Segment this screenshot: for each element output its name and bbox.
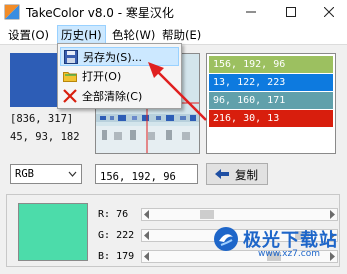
color-format-select[interactable]: RGB (10, 164, 82, 184)
color-history-list: 156, 192, 96 13, 122, 223 96, 160, 171 2… (206, 53, 336, 154)
color-value-input[interactable] (100, 169, 196, 185)
history-dropdown-menu: 另存为(S)... 打开(O) 全部清除(C) (57, 43, 182, 109)
slider-left-arrow-icon (144, 252, 149, 261)
slider-left-arrow-icon (144, 210, 149, 219)
window-title: TakeColor v8.0 - 寒星汉化 (26, 6, 174, 20)
history-item[interactable]: 216, 30, 13 (209, 110, 333, 127)
slider-right-arrow-icon (330, 210, 335, 219)
color-format-value: RGB (15, 168, 34, 180)
minimize-icon (246, 11, 256, 13)
r-value: 76 (116, 209, 129, 220)
close-icon (324, 7, 334, 17)
menu-item-clear-all[interactable]: 全部清除(C) (60, 87, 179, 106)
b-value: 179 (116, 251, 135, 262)
copy-button[interactable]: 复制 (206, 163, 268, 185)
copy-button-label: 复制 (235, 168, 258, 182)
watermark-url: www.xz7.com (258, 249, 320, 259)
arrow-left-icon (215, 169, 229, 179)
menu-history[interactable]: 历史(H) (57, 25, 106, 45)
slider-right-arrow-icon (330, 252, 335, 261)
result-color-swatch (18, 203, 88, 261)
g-slider-label: G: 222 (98, 230, 135, 241)
title-bar: TakeColor v8.0 - 寒星汉化 (0, 0, 347, 24)
save-icon (64, 50, 78, 64)
history-item[interactable]: 13, 122, 223 (209, 74, 333, 91)
r-slider-thumb[interactable] (199, 210, 214, 219)
menu-settings[interactable]: 设置(O) (5, 26, 52, 44)
cursor-coordinates: [836, 317] (10, 113, 74, 125)
menu-color-wheel[interactable]: 色轮(W) (109, 26, 158, 44)
history-item[interactable]: 156, 192, 96 (209, 56, 333, 73)
picked-rgb-value: 45, 93, 182 (10, 131, 80, 143)
app-icon (4, 4, 20, 20)
r-slider-label: R: 76 (98, 209, 129, 220)
maximize-button[interactable] (272, 0, 310, 24)
chevron-down-icon (68, 171, 77, 177)
menu-item-open[interactable]: 打开(O) (60, 67, 179, 86)
folder-icon (63, 72, 77, 82)
menu-item-label: 全部清除(C) (82, 90, 143, 103)
g-value: 222 (116, 230, 135, 241)
clear-x-icon (63, 89, 77, 103)
slider-left-arrow-icon (144, 231, 149, 240)
minimize-button[interactable] (232, 0, 270, 24)
menu-item-label: 打开(O) (82, 70, 122, 83)
menu-item-save-as[interactable]: 另存为(S)... (60, 47, 179, 66)
takecolor-window: TakeColor v8.0 - 寒星汉化 设置(O) 历史(H) 色轮(W) … (0, 0, 347, 274)
menu-bar: 设置(O) 历史(H) 色轮(W) 帮助(E) (0, 24, 347, 45)
color-value-field[interactable] (95, 164, 198, 185)
r-slider[interactable] (141, 208, 338, 221)
menu-item-label: 另存为(S)... (83, 51, 143, 64)
menu-help[interactable]: 帮助(E) (159, 26, 204, 44)
close-button[interactable] (310, 0, 347, 24)
b-slider-label: B: 179 (98, 251, 135, 262)
watermark-logo-icon (214, 227, 238, 251)
maximize-icon (286, 7, 296, 17)
history-item[interactable]: 96, 160, 171 (209, 92, 333, 109)
